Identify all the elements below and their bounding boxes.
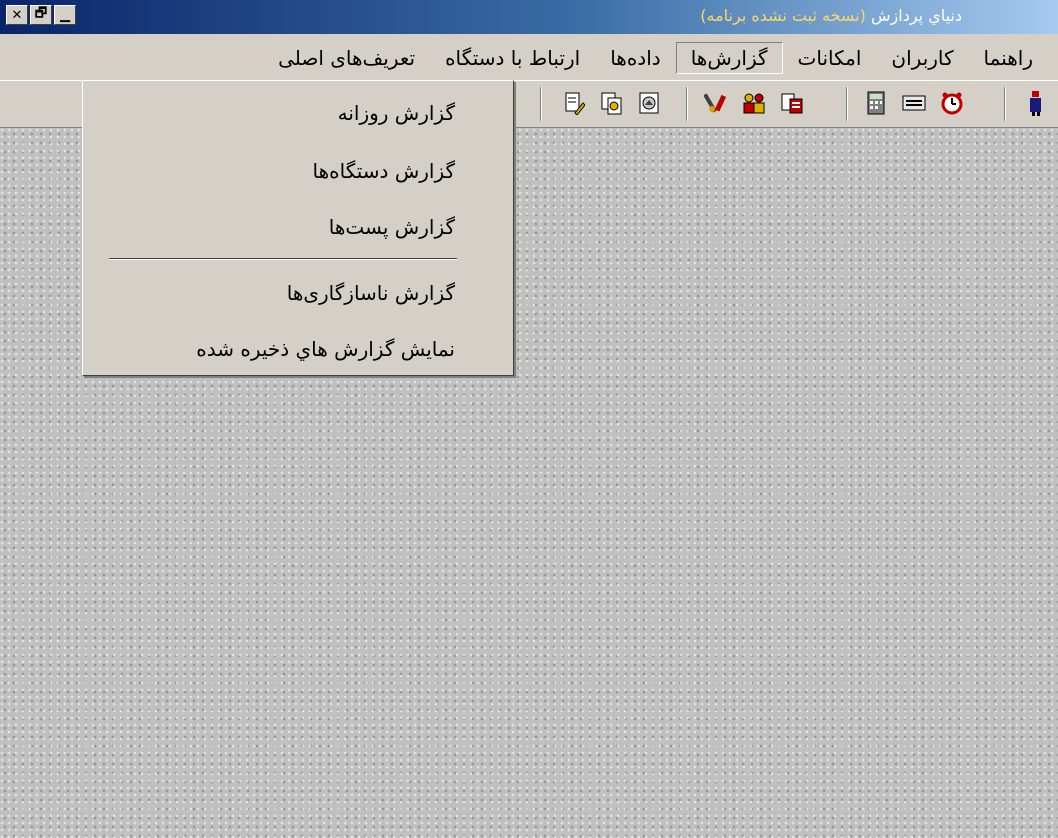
tools-icon[interactable]: [702, 89, 730, 117]
minimize-icon[interactable]: ▁: [54, 5, 76, 25]
report-image-icon[interactable]: [636, 89, 664, 117]
menu-item-daily-report[interactable]: گزارش روزانه: [338, 97, 455, 129]
exit-icon[interactable]: [1022, 89, 1050, 117]
toolbar-separator: [846, 87, 848, 121]
calculator-icon[interactable]: [862, 89, 890, 117]
app-title: دنياي پردازش: [871, 6, 962, 25]
window-controls: ✕ 🗗 ▁: [6, 5, 76, 25]
report-edit-icon[interactable]: [560, 89, 588, 117]
unregistered-note: (نسخه ثبت نشده برنامه): [700, 6, 866, 25]
close-icon[interactable]: ✕: [6, 5, 28, 25]
menu-data[interactable]: داده‌ها: [595, 42, 676, 74]
report-image-icon[interactable]: [778, 89, 806, 117]
menu-facilities[interactable]: امكانات: [783, 42, 877, 74]
menu-bar: تعريف‌هاى اصلى ارتباط با دستگاه داده‌ها …: [0, 34, 1058, 81]
alarm-clock-icon[interactable]: [938, 89, 966, 117]
menu-help[interactable]: راهنما: [969, 42, 1048, 74]
menu-item-saved-reports[interactable]: نمايش گزارش هاي ذخيره شده: [196, 333, 455, 365]
menu-basic-definitions[interactable]: تعريف‌هاى اصلى: [263, 42, 430, 74]
maximize-icon[interactable]: 🗗: [30, 5, 52, 25]
report-copy-icon[interactable]: [598, 89, 626, 117]
menu-separator: [109, 258, 457, 260]
people-icon[interactable]: [740, 89, 768, 117]
toolbar-separator: [540, 87, 542, 121]
menu-item-devices-report[interactable]: گزارش دستگاه‌ها: [313, 155, 456, 187]
toolbar-separator: [1004, 87, 1006, 121]
menu-item-inconsistency-report[interactable]: گزارش ناسازگارى‌ها: [287, 277, 455, 309]
toolbar-separator: [686, 87, 688, 121]
title-bar: ✕ 🗗 ▁ دنياي پردازش (نسخه ثبت نشده برنامه…: [0, 0, 1058, 34]
card-icon[interactable]: [900, 89, 928, 117]
menu-reports[interactable]: گزارش‌ها: [675, 42, 783, 74]
menu-users[interactable]: كاربران: [876, 42, 968, 74]
reports-dropdown-menu: گزارش روزانه گزارش دستگاه‌ها گزارش پست‌ه…: [82, 80, 514, 376]
window-title: دنياي پردازش (نسخه ثبت نشده برنامه): [700, 6, 962, 25]
menu-device-connection[interactable]: ارتباط با دستگاه: [430, 42, 595, 74]
menu-item-posts-report[interactable]: گزارش پست‌ها: [329, 211, 455, 243]
